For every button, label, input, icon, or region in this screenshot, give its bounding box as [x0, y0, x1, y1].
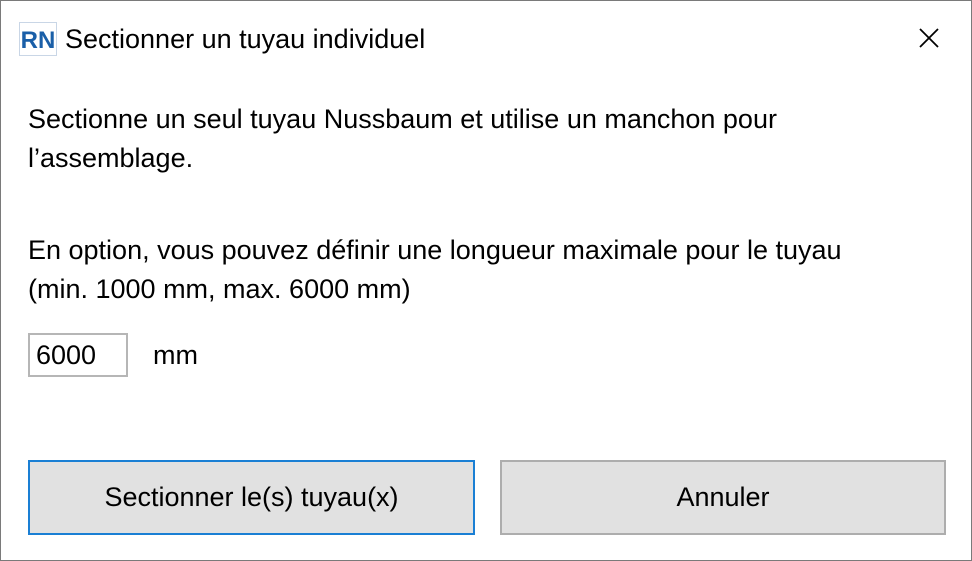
description-line-2: l’assemblage. — [28, 143, 194, 173]
close-button[interactable] — [903, 17, 955, 59]
app-logo-icon: RN — [19, 22, 57, 56]
close-icon — [919, 28, 939, 48]
title-bar[interactable]: RN Sectionner un tuyau individuel — [1, 1, 971, 73]
description-paragraph: Sectionne un seul tuyau Nussbaum et util… — [28, 100, 777, 178]
app-logo-text: RN — [21, 27, 55, 53]
unit-label: mm — [153, 340, 198, 370]
window-title: Sectionner un tuyau individuel — [65, 24, 426, 54]
dialog-window: RN Sectionner un tuyau individuel Sectio… — [0, 0, 972, 561]
cancel-button[interactable]: Annuler — [500, 460, 946, 535]
description-line-1: Sectionne un seul tuyau Nussbaum et util… — [28, 104, 777, 134]
section-pipes-button[interactable]: Sectionner le(s) tuyau(x) — [28, 460, 475, 535]
option-paragraph: En option, vous pouvez définir une longu… — [28, 231, 842, 309]
max-length-input[interactable] — [28, 333, 128, 377]
option-line-2: (min. 1000 mm, max. 6000 mm) — [28, 274, 411, 304]
option-line-1: En option, vous pouvez définir une longu… — [28, 235, 842, 265]
